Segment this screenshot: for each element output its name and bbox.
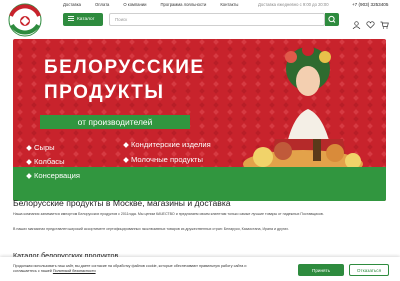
diamond-icon — [26, 172, 32, 179]
cookie-text: Продолжая использовать наш сайт, вы дает… — [13, 264, 247, 274]
privacy-policy-link[interactable]: Политикой безопасности — [53, 269, 96, 273]
bullet-item: Сыры — [26, 143, 80, 152]
banner-subtitle: от производителей — [40, 115, 190, 129]
stores-paragraph: В наших магазинах представлен широкий ас… — [13, 227, 290, 231]
search-icon — [328, 15, 336, 23]
phone-number[interactable]: +7 (903) 3253405 — [352, 2, 388, 7]
catalog-label: Каталог — [77, 17, 95, 22]
bullet-item: Молочные продукты — [123, 155, 214, 164]
nav-contacts[interactable]: Контакты — [220, 2, 238, 7]
page-heading: Белорусские продукты в Москве, магазины … — [13, 198, 231, 208]
search-button[interactable] — [325, 13, 339, 26]
bullet-item: Колбасы — [26, 157, 80, 166]
cookie-decline-button[interactable]: Отказаться — [349, 264, 389, 276]
nav-about[interactable]: О компании — [123, 2, 146, 7]
search-input[interactable]: Поиск — [109, 13, 325, 26]
bullet-item: Консервация — [26, 171, 80, 180]
user-icon[interactable] — [352, 16, 361, 30]
banner-title-line1: БЕЛОРУССКИЕ — [44, 57, 205, 78]
top-nav: Доставка Оплата О компании Программа лоя… — [63, 2, 252, 7]
banner-bullets-left: Сыры Колбасы Консервация — [26, 143, 80, 180]
menu-icon — [68, 16, 74, 23]
nav-payment[interactable]: Оплата — [95, 2, 109, 7]
intro-paragraph: Наша компания занимается импортом Белору… — [13, 212, 324, 216]
catalog-button[interactable]: Каталог — [63, 13, 103, 26]
bullet-item: Кондитерские изделия — [123, 140, 214, 149]
banner-bullets-right: Кондитерские изделия Молочные продукты — [123, 140, 214, 164]
cart-icon[interactable] — [380, 16, 389, 29]
nav-loyalty[interactable]: Программа лояльности — [161, 2, 207, 7]
diamond-icon — [123, 141, 129, 148]
site-logo[interactable] — [6, 2, 44, 38]
delivery-hours: Доставка ежедневно с 9:00 до 20:00 — [258, 2, 329, 7]
heart-icon[interactable] — [366, 16, 375, 29]
diamond-icon — [26, 158, 32, 165]
nav-delivery[interactable]: Доставка — [63, 2, 81, 7]
diamond-icon — [123, 156, 129, 163]
banner-title-line2: ПРОДУКТЫ — [44, 82, 165, 103]
diamond-icon — [26, 144, 32, 151]
cookie-accept-button[interactable]: Принять — [298, 264, 344, 276]
